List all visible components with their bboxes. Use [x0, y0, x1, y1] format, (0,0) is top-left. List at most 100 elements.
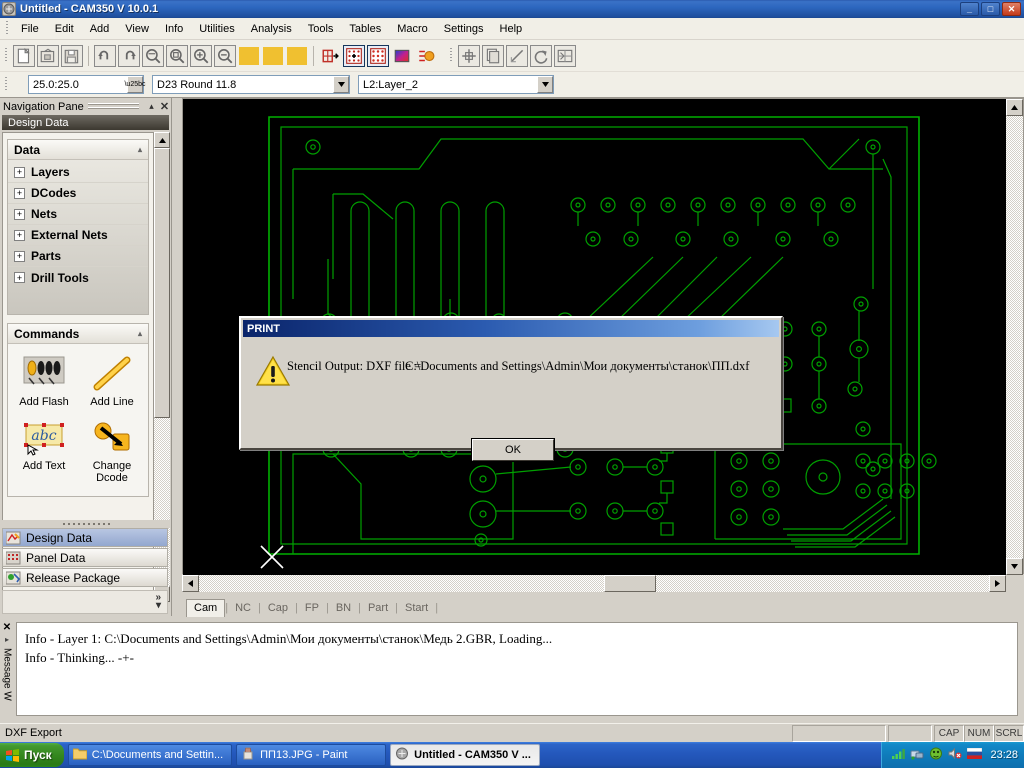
measure-icon[interactable]	[506, 44, 528, 67]
network-icon[interactable]	[910, 747, 924, 763]
tab-nc[interactable]: NC	[228, 600, 258, 616]
message-log[interactable]: Info - Layer 1: C:\Documents and Setting…	[16, 622, 1018, 716]
grid-red-dots-icon[interactable]	[367, 44, 389, 67]
combo-toolbar-grip-handle[interactable]	[3, 77, 9, 92]
menu-tools[interactable]: Tools	[300, 21, 342, 37]
units-grid-combo[interactable]: 25.0:25.0 \u25bc	[28, 75, 146, 94]
expander-icon[interactable]: +	[14, 208, 25, 220]
menu-tables[interactable]: Tables	[341, 21, 389, 37]
tab-cam[interactable]: Cam	[186, 599, 226, 617]
menu-edit[interactable]: Edit	[47, 21, 82, 37]
chevron-up-icon[interactable]: ▴	[138, 145, 142, 154]
tree-item-layers[interactable]: + Layers	[8, 162, 148, 183]
rotate-icon[interactable]	[530, 44, 552, 67]
crosshair-icon[interactable]	[458, 44, 480, 67]
auto-hide-pin-icon[interactable]: ▸	[5, 635, 9, 644]
taskbar-item-paint[interactable]: ПП13.JPG - Paint	[236, 744, 387, 766]
undo-icon[interactable]	[94, 44, 116, 67]
menu-analysis[interactable]: Analysis	[243, 21, 300, 37]
new-file-icon[interactable]	[13, 44, 35, 67]
save-file-icon[interactable]	[61, 44, 83, 67]
auto-hide-pin-icon[interactable]: ▴	[145, 100, 158, 113]
command-change-dcode[interactable]: Change Dcode	[78, 414, 146, 490]
maximize-button[interactable]: □	[981, 2, 1000, 16]
scrollbar-track[interactable]	[1006, 116, 1023, 558]
open-file-icon[interactable]	[37, 44, 59, 67]
tab-start[interactable]: Start	[398, 600, 435, 616]
scrollbar-thumb[interactable]	[154, 148, 170, 418]
chevron-down-icon[interactable]	[537, 76, 553, 93]
chevron-down-icon[interactable]: \u25bc	[124, 76, 146, 93]
grid-black-dots-icon[interactable]	[343, 44, 365, 67]
data-group-header[interactable]: Data ▴	[8, 140, 148, 160]
scroll-down-arrow[interactable]	[1006, 558, 1023, 575]
menu-file[interactable]: File	[13, 21, 47, 37]
tree-item-nets[interactable]: + Nets	[8, 204, 148, 225]
nav-page-release-package[interactable]: Release Package	[2, 568, 168, 587]
navigation-more-button[interactable]: » ▾	[2, 590, 168, 614]
taskbar-item-explorer[interactable]: C:\Documents and Settin...	[67, 744, 233, 766]
menu-settings[interactable]: Settings	[436, 21, 492, 37]
menu-add[interactable]: Add	[82, 21, 118, 37]
dcode-combo[interactable]: D23 Round 11.8	[152, 75, 350, 94]
command-add-text[interactable]: abc Add Text	[10, 414, 78, 490]
redo-icon[interactable]	[118, 44, 140, 67]
signal-bars-icon[interactable]	[891, 747, 906, 763]
chevron-down-icon[interactable]: ▾	[156, 601, 161, 611]
color-swatch-1-icon[interactable]	[238, 45, 260, 67]
start-button[interactable]: Пуск	[0, 743, 64, 767]
tab-fp[interactable]: FP	[298, 600, 326, 616]
chevron-down-icon[interactable]	[333, 76, 349, 93]
command-add-line[interactable]: Add Line	[78, 350, 146, 414]
close-icon[interactable]: ✕	[158, 100, 171, 113]
menu-grip-handle[interactable]	[4, 21, 10, 36]
tree-item-external-nets[interactable]: + External Nets	[8, 225, 148, 246]
scroll-right-arrow[interactable]	[989, 575, 1006, 592]
taskbar-clock[interactable]: 23:28	[990, 749, 1018, 761]
canvas-vertical-scrollbar[interactable]	[1006, 99, 1023, 575]
snap-to-grid-icon[interactable]	[319, 45, 341, 67]
scrollbar-thumb[interactable]	[604, 575, 656, 592]
ok-button[interactable]: OK	[472, 439, 554, 461]
layer-combo[interactable]: L2:Layer_2	[358, 75, 554, 94]
color-swatch-2-icon[interactable]	[262, 45, 284, 67]
tab-bn[interactable]: BN	[329, 600, 358, 616]
scroll-left-arrow[interactable]	[182, 575, 199, 592]
tree-item-parts[interactable]: + Parts	[8, 246, 148, 267]
color-swatch-3-icon[interactable]	[286, 45, 308, 67]
close-button[interactable]: ✕	[1002, 2, 1021, 16]
scroll-up-arrow[interactable]	[154, 132, 170, 148]
menu-utilities[interactable]: Utilities	[191, 21, 242, 37]
minimize-button[interactable]: _	[960, 2, 979, 16]
canvas-horizontal-scrollbar[interactable]	[182, 575, 1024, 593]
nav-page-panel-data[interactable]: Panel Data	[2, 548, 168, 567]
compare-icon[interactable]	[554, 44, 576, 67]
tab-part[interactable]: Part	[361, 600, 395, 616]
zoom-in-icon[interactable]	[190, 44, 212, 67]
tab-cap[interactable]: Cap	[261, 600, 295, 616]
menu-view[interactable]: View	[117, 21, 157, 37]
expander-icon[interactable]: +	[14, 187, 25, 199]
toolbar-grip-handle-2[interactable]	[448, 48, 454, 63]
language-flag-ru-icon[interactable]	[967, 747, 983, 762]
expander-icon[interactable]: +	[14, 250, 25, 262]
expander-icon[interactable]: +	[14, 166, 25, 178]
antivirus-shield-icon[interactable]	[929, 747, 943, 763]
copy-layer-icon[interactable]	[482, 44, 504, 67]
scrollbar-track[interactable]	[199, 575, 989, 592]
menu-macro[interactable]: Macro	[389, 21, 436, 37]
commands-group-header[interactable]: Commands ▴	[8, 324, 148, 344]
expander-icon[interactable]: +	[14, 229, 25, 241]
nav-page-design-data[interactable]: Design Data	[2, 528, 168, 547]
chevron-up-icon[interactable]: ▴	[138, 329, 142, 338]
tree-item-drill-tools[interactable]: + Drill Tools	[8, 267, 148, 288]
menu-info[interactable]: Info	[157, 21, 191, 37]
taskbar-item-cam350[interactable]: Untitled - CAM350 V ...	[390, 744, 541, 766]
toolbar-grip-handle[interactable]	[3, 48, 9, 63]
volume-mute-icon[interactable]	[948, 747, 962, 763]
tree-item-dcodes[interactable]: + DCodes	[8, 183, 148, 204]
navigation-drag-handle[interactable]	[87, 103, 139, 110]
command-add-flash[interactable]: Add Flash	[10, 350, 78, 414]
zoom-window-icon[interactable]	[142, 44, 164, 67]
zoom-extents-icon[interactable]	[166, 44, 188, 67]
